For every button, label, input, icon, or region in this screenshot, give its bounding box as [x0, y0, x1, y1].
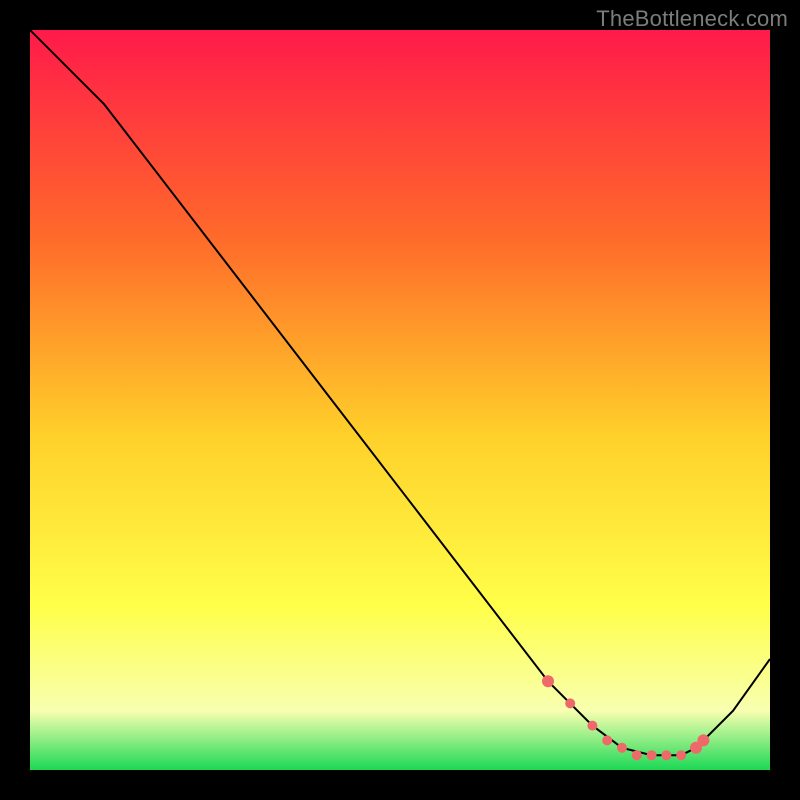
marker-dot — [587, 721, 597, 731]
marker-dot — [661, 750, 671, 760]
marker-dot — [602, 735, 612, 745]
marker-dot — [647, 750, 657, 760]
marker-dot — [565, 698, 575, 708]
marker-dot — [617, 743, 627, 753]
marker-dot — [697, 734, 709, 746]
marker-dot — [542, 675, 554, 687]
marker-dot — [632, 750, 642, 760]
gradient-background — [30, 30, 770, 770]
plot-area — [30, 30, 770, 770]
watermark-text: TheBottleneck.com — [596, 6, 788, 32]
marker-dot — [676, 750, 686, 760]
chart-frame: TheBottleneck.com — [0, 0, 800, 800]
chart-svg — [30, 30, 770, 770]
